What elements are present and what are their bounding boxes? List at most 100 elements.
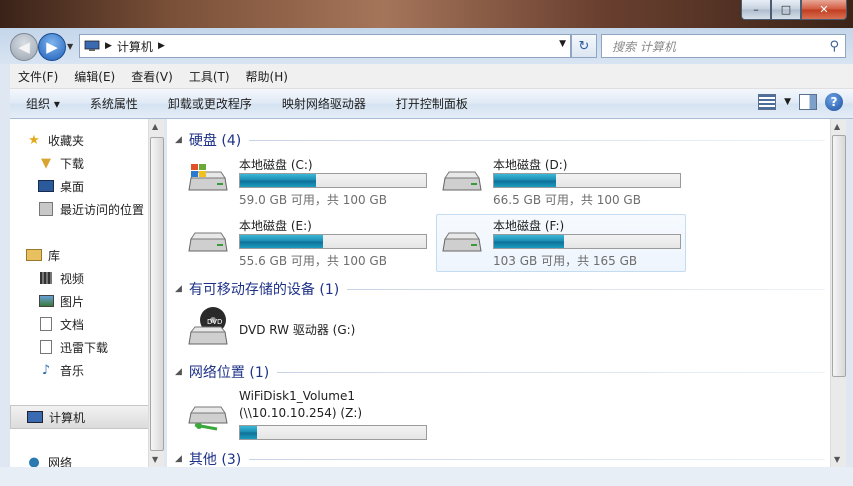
group-divider <box>347 288 825 290</box>
drive-usage-fill <box>240 426 257 439</box>
caption-buttons: – □ ✕ <box>741 0 847 20</box>
documents-icon <box>38 340 54 354</box>
nav-pictures-label: 图片 <box>60 294 85 309</box>
computer-icon <box>27 410 43 424</box>
hard-drive-icon <box>442 171 482 191</box>
dvd-badge: DVD <box>207 318 222 326</box>
recent-pages-dropdown[interactable]: ▼ <box>67 42 73 51</box>
documents-icon <box>38 317 54 331</box>
nav-favorites[interactable]: ★ 收藏夹 <box>26 129 164 151</box>
organize-button[interactable]: 组织 ▾ <box>10 95 75 112</box>
map-network-drive-button[interactable]: 映射网络驱动器 <box>267 95 381 112</box>
breadcrumb-computer[interactable]: 计算机 <box>117 38 153 55</box>
back-button[interactable]: ◀ <box>10 33 38 61</box>
drive-size: 103 GB 可用，共 165 GB <box>493 254 638 268</box>
menu-file[interactable]: 文件(F) <box>10 68 66 85</box>
group-hard-disks-label: 硬盘 (4) <box>188 133 242 149</box>
hard-drive-icon <box>442 232 482 252</box>
drive-size: 59.0 GB 可用，共 100 GB <box>239 193 387 207</box>
group-divider <box>249 139 825 141</box>
group-other-label: 其他 (3) <box>188 452 242 468</box>
nav-libraries[interactable]: 库 <box>26 244 164 266</box>
group-network-location[interactable]: ◢ 网络位置 (1) <box>175 362 825 382</box>
computer-icon <box>84 40 100 51</box>
nav-recent-places-label: 最近访问的位置 <box>60 202 145 217</box>
group-removable[interactable]: ◢ 有可移动存储的设备 (1) <box>175 279 825 299</box>
drive-usage-fill <box>240 174 317 187</box>
search-input[interactable]: 搜索 计算机 <box>612 38 829 55</box>
nav-videos-label: 视频 <box>60 271 85 286</box>
drive-f[interactable]: 本地磁盘 (F:) 103 GB 可用，共 165 GB <box>436 214 686 272</box>
address-dropdown-icon[interactable]: ▼ <box>559 39 566 49</box>
system-properties-button[interactable]: 系统属性 <box>75 95 153 112</box>
menu-tools[interactable]: 工具(T) <box>181 68 238 85</box>
forward-button[interactable]: ▶ <box>38 33 66 61</box>
content-scrollbar[interactable]: ▲ ▼ <box>830 119 846 467</box>
recent-places-icon <box>38 202 54 216</box>
explorer-window: – □ ✕ ◀ ▶ ▼ ▶ 计算机 ▶ ▼ ↻ 搜索 计算机 ⚲ 文件(F) 编… <box>0 0 853 486</box>
menu-edit[interactable]: 编辑(E) <box>66 68 123 85</box>
nav-downloads-label: 下载 <box>60 156 85 171</box>
content-pane: ◢ 硬盘 (4) 本地磁盘 (C:) 59.0 GB 可用，共 100 GB 本 <box>167 119 830 469</box>
nav-computer[interactable]: 计算机 <box>10 405 149 429</box>
collapse-icon[interactable]: ◢ <box>175 284 182 294</box>
address-bar[interactable]: ▶ 计算机 ▶ ▼ <box>79 34 571 58</box>
nav-documents-label: 文档 <box>60 317 85 332</box>
view-controls: ▼ ? <box>758 93 843 111</box>
help-icon[interactable]: ? <box>825 93 843 111</box>
nav-thunder-downloads-label: 迅雷下载 <box>60 340 109 355</box>
network-drive-name: WiFiDisk1_Volume1 <box>239 389 355 403</box>
video-icon <box>38 271 54 285</box>
view-dropdown-icon[interactable]: ▼ <box>784 97 791 107</box>
scroll-down-icon[interactable]: ▼ <box>834 455 840 464</box>
drive-usage-bar <box>239 173 427 188</box>
breadcrumb-separator-icon[interactable]: ▶ <box>158 41 165 51</box>
menu-view[interactable]: 查看(V) <box>123 68 181 85</box>
maximize-button[interactable]: □ <box>771 0 801 20</box>
drive-usage-bar <box>493 173 681 188</box>
address-row: ◀ ▶ ▼ ▶ 计算机 ▶ ▼ ↻ 搜索 计算机 ⚲ <box>0 28 853 64</box>
search-icon[interactable]: ⚲ <box>829 39 839 54</box>
dvd-drive-icon: DVD <box>188 307 228 345</box>
refresh-button[interactable]: ↻ <box>571 34 597 58</box>
group-network-location-label: 网络位置 (1) <box>188 365 270 381</box>
close-button[interactable]: ✕ <box>801 0 847 20</box>
scroll-up-icon[interactable]: ▲ <box>834 122 840 131</box>
collapse-icon[interactable]: ◢ <box>175 454 182 464</box>
group-hard-disks[interactable]: ◢ 硬盘 (4) <box>175 130 825 150</box>
scroll-up-icon[interactable]: ▲ <box>152 122 158 131</box>
network-drive-z[interactable]: WiFiDisk1_Volume1 (\\10.10.10.254) (Z:) <box>183 387 431 443</box>
drive-dvd[interactable]: DVD DVD RW 驱动器 (G:) <box>183 302 431 358</box>
command-bar: 组织 ▾ 系统属性 卸载或更改程序 映射网络驱动器 打开控制面板 ▼ ? <box>10 89 853 119</box>
libraries-icon <box>26 248 42 262</box>
nav-desktop-label: 桌面 <box>60 179 85 194</box>
group-other[interactable]: ◢ 其他 (3) <box>175 449 825 469</box>
drive-size: 55.6 GB 可用，共 100 GB <box>239 254 387 268</box>
drive-size: 66.5 GB 可用，共 100 GB <box>493 193 641 207</box>
hard-drive-icon <box>188 232 228 252</box>
drive-d[interactable]: 本地磁盘 (D:) 66.5 GB 可用，共 100 GB <box>437 154 685 210</box>
preview-pane-icon[interactable] <box>799 94 817 110</box>
uninstall-program-button[interactable]: 卸载或更改程序 <box>153 95 267 112</box>
nav-scrollbar[interactable]: ▲ ▼ <box>148 119 164 467</box>
scroll-down-icon[interactable]: ▼ <box>152 455 158 464</box>
drive-e[interactable]: 本地磁盘 (E:) 55.6 GB 可用，共 100 GB <box>183 215 431 271</box>
drive-usage-fill <box>240 235 323 248</box>
collapse-icon[interactable]: ◢ <box>175 367 182 377</box>
search-box[interactable]: 搜索 计算机 ⚲ <box>601 34 846 58</box>
change-view-icon[interactable] <box>758 94 777 110</box>
drive-name: DVD RW 驱动器 (G:) <box>239 323 356 337</box>
open-control-panel-button[interactable]: 打开控制面板 <box>381 95 483 112</box>
drive-name: 本地磁盘 (E:) <box>239 219 312 233</box>
drive-c[interactable]: 本地磁盘 (C:) 59.0 GB 可用，共 100 GB <box>183 154 431 210</box>
nav-scroll-thumb[interactable] <box>150 137 164 451</box>
network-drive-icon <box>188 406 228 431</box>
collapse-icon[interactable]: ◢ <box>175 135 182 145</box>
nav-favorites-label: 收藏夹 <box>48 133 85 148</box>
drive-usage-bar <box>239 425 427 440</box>
minimize-button[interactable]: – <box>741 0 771 20</box>
content-scroll-thumb[interactable] <box>832 135 846 377</box>
breadcrumb-separator-icon[interactable]: ▶ <box>105 41 112 51</box>
drive-usage-fill <box>494 174 557 187</box>
menu-help[interactable]: 帮助(H) <box>238 68 296 85</box>
